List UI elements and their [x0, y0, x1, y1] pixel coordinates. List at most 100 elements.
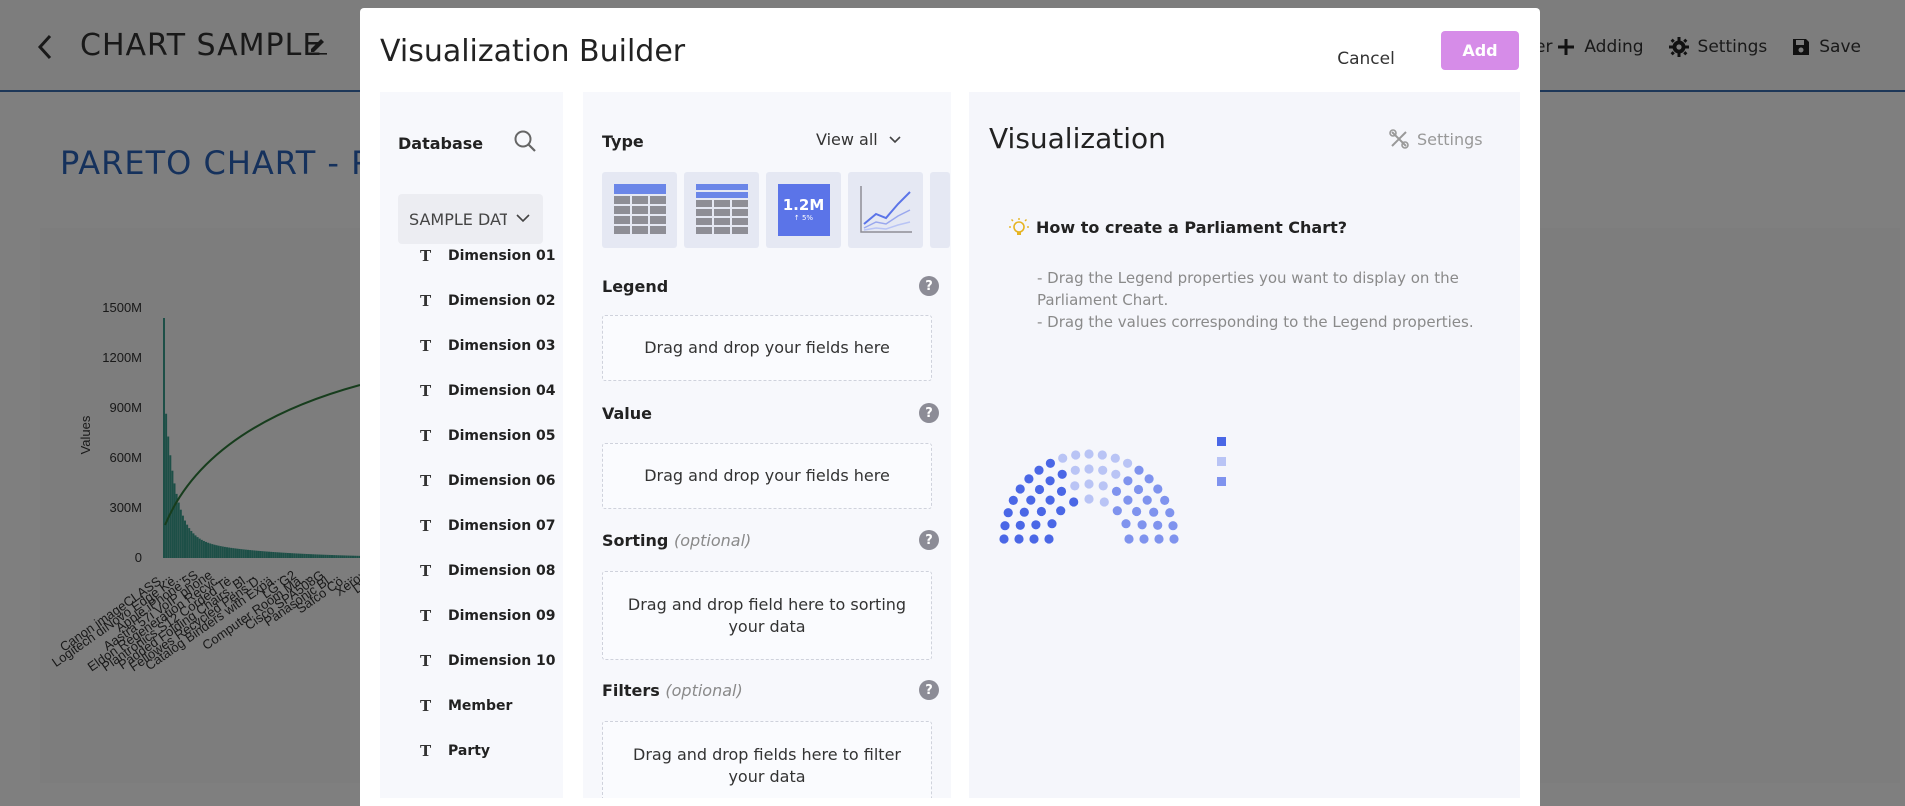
parliament-legend-swatch: [1217, 437, 1226, 446]
parliament-seat: [1031, 520, 1041, 530]
parliament-seat: [1084, 494, 1094, 504]
field-label: Dimension 09: [448, 608, 556, 624]
kpi-icon: 1.2M ↑ 5%: [777, 184, 830, 236]
text-type-icon: T: [420, 427, 432, 445]
sorting-dropzone[interactable]: Drag and drop field here to sorting your…: [602, 571, 932, 660]
field-item[interactable]: T Dimension 01: [420, 244, 556, 268]
parliament-seat: [1045, 458, 1055, 468]
parliament-seat: [1000, 521, 1010, 531]
view-all-label: View all: [816, 130, 878, 149]
field-item[interactable]: T Dimension 09: [420, 604, 556, 628]
view-all-toggle[interactable]: View all: [816, 130, 902, 149]
lightbulb-icon: [1009, 218, 1029, 235]
parliament-seat: [1124, 534, 1134, 544]
filters-dropzone[interactable]: Drag and drop fields here to filter your…: [602, 721, 932, 798]
howto-line-2: - Drag the values corresponding to the L…: [1037, 313, 1474, 331]
field-item[interactable]: T Dimension 03: [420, 334, 556, 358]
field-item[interactable]: T Dimension 02: [420, 289, 556, 313]
database-select[interactable]: SAMPLE DATA: [398, 194, 543, 244]
parliament-seat: [1070, 465, 1080, 475]
text-type-icon: T: [420, 697, 432, 715]
text-type-icon: T: [420, 652, 432, 670]
parliament-seat: [1034, 484, 1045, 495]
parliament-seat: [1047, 519, 1057, 529]
parliament-seat: [1029, 534, 1039, 544]
parliament-seat: [1057, 469, 1067, 479]
field-item[interactable]: T Dimension 10: [420, 649, 556, 673]
parliament-seat: [1071, 450, 1081, 460]
field-item[interactable]: T Party: [420, 739, 490, 763]
legend-help-icon[interactable]: ?: [919, 276, 939, 296]
parliament-legend-swatch: [1217, 457, 1226, 466]
howto-title: How to create a Parliament Chart?: [1036, 218, 1348, 237]
parliament-chart-illustration: [999, 437, 1226, 544]
sorting-section-title: Sorting (optional): [602, 531, 751, 550]
database-heading: Database: [398, 134, 484, 153]
field-item[interactable]: T Dimension 07: [420, 514, 556, 538]
type-line-chart[interactable]: [848, 172, 923, 248]
add-button[interactable]: Add: [1441, 31, 1519, 70]
parliament-seat: [1110, 453, 1120, 463]
sorting-title-text: Sorting: [602, 531, 669, 550]
parliament-seat: [999, 534, 1009, 544]
visualization-panel: Visualization Settings How to create a P…: [969, 92, 1520, 798]
parliament-seat: [1070, 481, 1080, 491]
cancel-button[interactable]: Cancel: [1326, 40, 1406, 78]
filters-section-title: Filters (optional): [602, 681, 743, 700]
value-dropzone[interactable]: Drag and drop your fields here: [602, 443, 932, 509]
field-label: Dimension 06: [448, 473, 556, 489]
modal-title: Visualization Builder: [380, 34, 686, 69]
howto-line-1: - Drag the Legend properties you want to…: [1037, 269, 1459, 309]
field-item[interactable]: T Dimension 06: [420, 469, 556, 493]
parliament-seat: [1014, 534, 1024, 544]
parliament-seat: [1056, 486, 1067, 496]
tools-icon: [1389, 129, 1409, 149]
text-type-icon: T: [420, 472, 432, 490]
parliament-seat: [1111, 469, 1121, 479]
field-item[interactable]: T Member: [420, 694, 512, 718]
parliament-seat: [1144, 474, 1154, 484]
field-item[interactable]: T Dimension 04: [420, 379, 556, 403]
type-more[interactable]: [930, 172, 950, 248]
parliament-seat: [1015, 484, 1025, 494]
text-type-icon: T: [420, 607, 432, 625]
field-item[interactable]: T Dimension 08: [420, 559, 556, 583]
type-kpi[interactable]: 1.2M ↑ 5%: [766, 172, 841, 248]
filters-help-icon[interactable]: ?: [919, 680, 939, 700]
config-panel: Type View all 1.2M ↑ 5% Legend ? Drag an…: [583, 92, 951, 798]
search-icon[interactable]: [512, 128, 538, 154]
field-label: Dimension 03: [448, 338, 556, 354]
value-help-icon[interactable]: ?: [919, 403, 939, 423]
filters-title-text: Filters: [602, 681, 660, 700]
database-panel: Database SAMPLE DATA T Dimension 01 T Dimen…: [380, 92, 563, 798]
parliament-seat: [1134, 465, 1144, 475]
chart-types-row: 1.2M ↑ 5%: [602, 172, 950, 248]
parliament-legend-swatch: [1217, 477, 1226, 486]
parliament-seat: [1132, 506, 1142, 517]
field-item[interactable]: T Dimension 05: [420, 424, 556, 448]
parliament-seat: [1008, 495, 1018, 505]
parliament-seat: [1024, 474, 1034, 484]
sorting-help-icon[interactable]: ?: [919, 530, 939, 550]
type-label: Type: [602, 132, 644, 151]
chevron-down-icon: [516, 214, 530, 223]
parliament-seat: [1123, 458, 1133, 468]
kpi-icon-delta: ↑ 5%: [793, 214, 814, 222]
field-label: Dimension 08: [448, 563, 556, 579]
parliament-seat: [1133, 484, 1144, 495]
parliament-seat: [1099, 497, 1109, 507]
type-pivot-table[interactable]: [684, 172, 759, 248]
parliament-seat: [1097, 450, 1107, 460]
pivot-table-icon: [695, 184, 748, 234]
text-type-icon: T: [420, 562, 432, 580]
parliament-seat: [1084, 464, 1094, 474]
field-label: Member: [448, 698, 513, 714]
parliament-seat: [1056, 506, 1066, 516]
type-table[interactable]: [602, 172, 677, 248]
parliament-seat: [1153, 484, 1163, 494]
text-type-icon: T: [420, 382, 432, 400]
parliament-seat: [1058, 453, 1068, 463]
visualization-settings-button[interactable]: Settings: [1389, 129, 1483, 149]
legend-dropzone[interactable]: Drag and drop your fields here: [602, 315, 932, 381]
parliament-seat: [1111, 486, 1122, 496]
